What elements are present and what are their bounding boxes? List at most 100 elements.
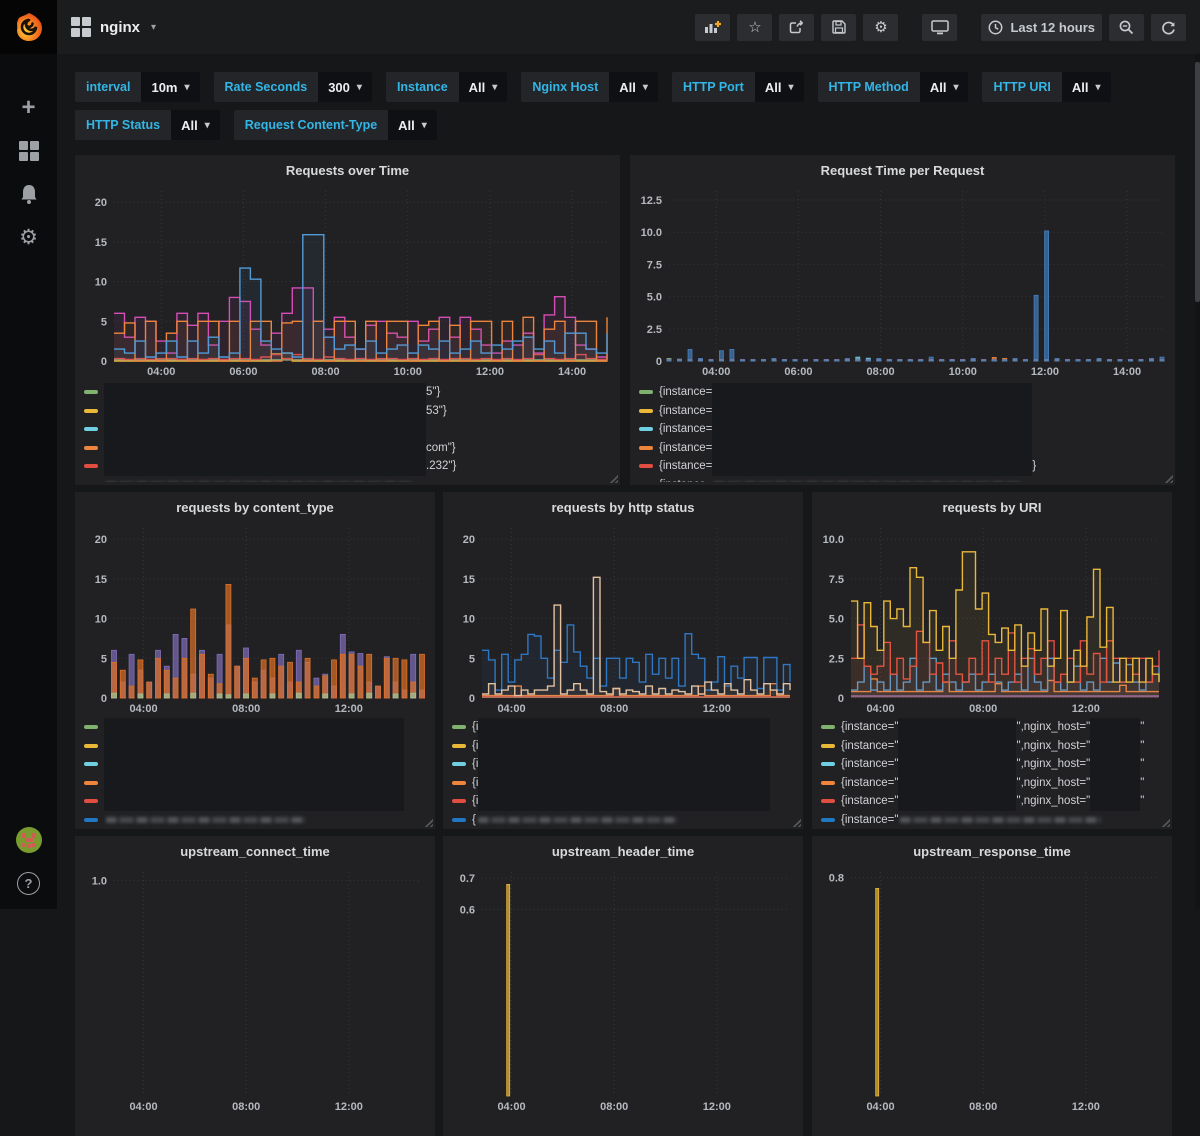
legend-item[interactable]: {instance= [639, 402, 1169, 421]
share-dashboard-button[interactable] [779, 14, 814, 41]
panel-title[interactable]: requests by URI [812, 492, 1172, 520]
filter-label: HTTP Method [818, 72, 920, 102]
legend-item[interactable] [84, 476, 614, 483]
caret-down-icon: ▾ [205, 120, 210, 131]
refresh-button[interactable] [1151, 14, 1186, 41]
star-dashboard-button[interactable]: ☆ [737, 14, 772, 41]
chart-upstream-connect-time[interactable]: 1.004:0008:0012:00 [80, 864, 430, 1114]
user-avatar[interactable] [14, 826, 44, 854]
panel-title[interactable]: Requests over Time [75, 155, 620, 183]
legend-item[interactable]: com"} [84, 439, 614, 458]
legend-item[interactable]: {instance=} [639, 457, 1169, 476]
configuration-gear-icon[interactable]: ⚙ [14, 223, 44, 251]
dashboard-breadcrumb[interactable]: nginx ▾ [71, 17, 156, 37]
grafana-logo[interactable] [0, 0, 57, 54]
svg-text:10:00: 10:00 [949, 366, 977, 378]
grafana-flame-icon [14, 12, 44, 42]
svg-text:08:00: 08:00 [969, 1101, 997, 1113]
filter-value-dropdown[interactable]: All▾ [755, 72, 804, 102]
panel-title[interactable]: requests by content_type [75, 492, 435, 520]
legend-item[interactable]: {i [452, 737, 797, 756]
legend-item[interactable]: {instance="",nginx_host="" [821, 718, 1166, 737]
legend-item[interactable]: 5"} [84, 383, 614, 402]
legend-blurred-text [900, 817, 1100, 823]
svg-text:15: 15 [95, 574, 107, 586]
filter-value-dropdown[interactable]: All▾ [388, 110, 437, 140]
caret-down-icon: ▾ [953, 82, 958, 93]
dashboards-icon[interactable] [14, 137, 44, 165]
filter-value-dropdown[interactable]: All▾ [920, 72, 969, 102]
panel-title[interactable]: requests by http status [443, 492, 803, 520]
filter-value-dropdown[interactable]: All▾ [1062, 72, 1111, 102]
magnifier-icon [1119, 20, 1134, 35]
legend-item[interactable]: {i [452, 718, 797, 737]
help-icon[interactable]: ? [14, 869, 44, 897]
legend-item[interactable]: {instance= [639, 476, 1169, 483]
legend-series-marker [821, 762, 835, 766]
tv-cycle-button[interactable] [922, 14, 957, 41]
legend-item[interactable]: {instance= [639, 383, 1169, 402]
panel-title[interactable]: Request Time per Request [630, 155, 1175, 183]
legend-item[interactable] [84, 792, 429, 811]
legend-item[interactable]: {i [452, 774, 797, 793]
alerting-bell-icon[interactable] [14, 180, 44, 208]
panel-title[interactable]: upstream_header_time [443, 836, 803, 864]
chart-request-time-per-request[interactable]: 02.55.07.510.012.504:0006:0008:0010:0012… [635, 183, 1170, 379]
filter-label: Nginx Host [521, 72, 609, 102]
page-scrollbar-track[interactable] [1195, 54, 1200, 909]
zoom-out-time-button[interactable] [1109, 14, 1144, 41]
filter-value-dropdown[interactable]: All▾ [171, 110, 220, 140]
filter-value: All [398, 118, 415, 133]
legend-item[interactable] [84, 774, 429, 793]
dashboard-settings-button[interactable]: ⚙ [863, 14, 898, 41]
legend-text-fragment: " [1140, 721, 1144, 733]
legend-item[interactable]: {instance=" [821, 811, 1166, 827]
legend-item[interactable]: {instance= [639, 420, 1169, 439]
svg-text:2.5: 2.5 [829, 653, 844, 665]
add-panel-button[interactable] [695, 14, 730, 41]
filter-value-dropdown[interactable]: 300▾ [318, 72, 372, 102]
save-icon [832, 20, 846, 34]
legend-series-marker [821, 781, 835, 785]
chart-upstream-response-time[interactable]: 0.804:0008:0012:00 [817, 864, 1167, 1114]
chart-requests-by-http-status[interactable]: 0510152004:0008:0012:00 [448, 520, 798, 716]
legend-item[interactable]: .232"} [84, 457, 614, 476]
filter-value-dropdown[interactable]: All▾ [609, 72, 658, 102]
legend-item[interactable]: {instance="",nginx_host="" [821, 755, 1166, 774]
legend-item[interactable] [84, 811, 429, 827]
legend-item[interactable]: 53"} [84, 402, 614, 421]
filter-label: Rate Seconds [214, 72, 319, 102]
legend-item[interactable]: { [452, 811, 797, 827]
legend-item[interactable]: {instance="",nginx_host="" [821, 737, 1166, 756]
legend-item[interactable] [84, 755, 429, 774]
chart-requests-by-uri[interactable]: 02.55.07.510.004:0008:0012:00 [817, 520, 1167, 716]
page-scrollbar-thumb[interactable] [1195, 62, 1200, 302]
save-dashboard-button[interactable] [821, 14, 856, 41]
create-plus-icon[interactable]: + [14, 94, 44, 122]
filter-nginx-host: Nginx HostAll▾ [521, 72, 658, 102]
legend-text-fragment: } [1032, 460, 1036, 472]
chart-upstream-header-time[interactable]: 0.70.604:0008:0012:00 [448, 864, 798, 1114]
legend-item[interactable]: {instance="",nginx_host="" [821, 774, 1166, 793]
time-range-picker[interactable]: Last 12 hours [981, 14, 1102, 41]
legend-item[interactable]: {i [452, 755, 797, 774]
legend-request-time-per-request: {instance={instance={instance={instance=… [639, 383, 1169, 482]
svg-text:0.8: 0.8 [829, 872, 844, 884]
svg-text:0: 0 [469, 693, 475, 705]
filter-value-dropdown[interactable]: 10m▾ [141, 72, 199, 102]
legend-item[interactable] [84, 420, 614, 439]
legend-item[interactable]: {instance="",nginx_host="" [821, 792, 1166, 811]
legend-series-marker [452, 799, 466, 803]
svg-text:10:00: 10:00 [394, 366, 422, 378]
legend-item[interactable] [84, 737, 429, 756]
panel-title[interactable]: upstream_connect_time [75, 836, 435, 864]
legend-series-marker [639, 390, 653, 394]
panel-title[interactable]: upstream_response_time [812, 836, 1172, 864]
legend-item[interactable]: {instance= [639, 439, 1169, 458]
chart-requests-by-content-type[interactable]: 0510152004:0008:0012:00 [80, 520, 430, 716]
filter-value-dropdown[interactable]: All▾ [459, 72, 508, 102]
legend-text-fragment: {instance=" [841, 795, 898, 807]
legend-item[interactable] [84, 718, 429, 737]
legend-item[interactable]: {i [452, 792, 797, 811]
chart-requests-over-time[interactable]: 0510152004:0006:0008:0010:0012:0014:00 [80, 183, 615, 379]
